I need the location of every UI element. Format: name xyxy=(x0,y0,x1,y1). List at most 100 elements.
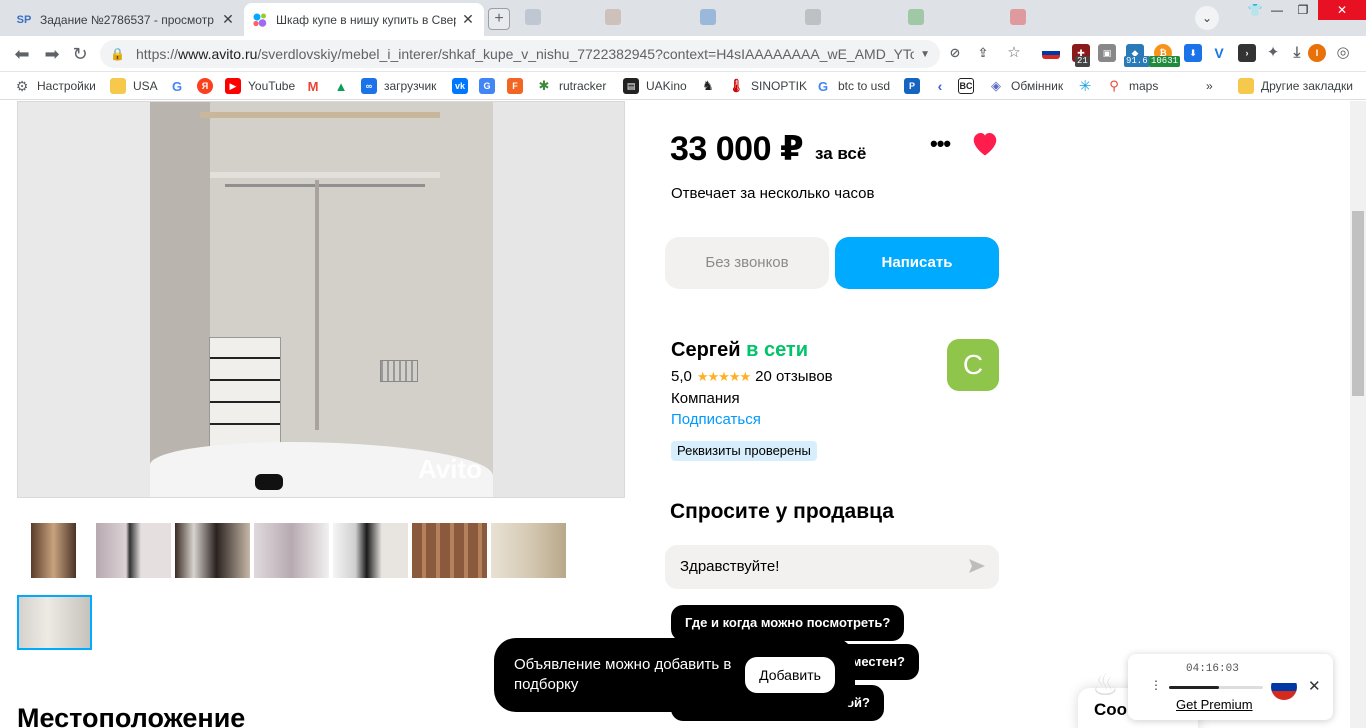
russia-flag-icon[interactable] xyxy=(1042,47,1060,59)
pinned-tab-icon[interactable] xyxy=(908,9,924,25)
pinned-tab-icon[interactable] xyxy=(805,9,821,25)
forward-icon[interactable]: ➡ xyxy=(40,42,64,66)
address-bar[interactable]: 🔒 https://www.avito.ru/sverdlovskiy/mebe… xyxy=(100,40,940,68)
subscribe-link[interactable]: Подписаться xyxy=(671,411,761,428)
bookmark-settings[interactable]: ⚙ Настройки xyxy=(14,77,96,95)
add-to-collection-toast: Объявление можно добавить в подборку Доб… xyxy=(494,638,855,712)
bookmark-youtube[interactable]: ▶ YouTube xyxy=(225,77,295,95)
kebab-menu-icon[interactable]: ⋮ xyxy=(1150,678,1162,692)
bookmark-rutracker[interactable]: ✱ rutracker xyxy=(536,77,607,95)
sp-favicon-icon: SP xyxy=(16,13,32,26)
thumbnail[interactable] xyxy=(254,523,329,578)
seller-rating[interactable]: 5,0 ★★★★★ 20 отзывов xyxy=(671,368,833,385)
google-icon: G xyxy=(817,78,829,94)
send-icon[interactable] xyxy=(968,558,986,579)
bookmark-btc[interactable]: Gbtc to usd xyxy=(815,77,890,95)
thumbnail-selected[interactable] xyxy=(17,595,92,650)
seller-name[interactable]: Сергей в сети xyxy=(671,339,808,362)
thumbnail[interactable] xyxy=(412,523,487,578)
heart-icon[interactable] xyxy=(970,129,1000,162)
price-suffix: за всё xyxy=(815,144,867,163)
youtube-icon: ▶ xyxy=(225,78,241,94)
write-message-button[interactable]: Написать xyxy=(835,237,999,289)
bookmark-yandex[interactable]: Я xyxy=(197,77,213,95)
bookmark-arrow[interactable]: ‹ xyxy=(932,77,948,95)
russia-flag-icon[interactable] xyxy=(1271,674,1297,700)
message-input[interactable]: Здравствуйте! xyxy=(665,545,999,589)
pinned-tab-icon[interactable] xyxy=(1010,9,1026,25)
bookmark-uakino[interactable]: ▤ UAKino xyxy=(623,77,687,95)
reviews-link[interactable]: 20 отзывов xyxy=(755,368,833,385)
new-tab-button[interactable]: + xyxy=(488,8,510,30)
bookmark-other[interactable]: Другие закладки xyxy=(1238,77,1353,95)
url-text: https://www.avito.ru/sverdlovskiy/mebel_… xyxy=(136,46,915,62)
chess-knight-icon: ♞ xyxy=(702,78,714,93)
bookmarks-overflow[interactable]: » xyxy=(1206,77,1213,95)
bookmark-maps[interactable]: ⚲ maps xyxy=(1106,77,1158,95)
bookmark-drive[interactable]: ▲ xyxy=(333,77,349,95)
pinned-tab-icon[interactable] xyxy=(700,9,716,25)
close-icon[interactable]: ✕ xyxy=(1308,677,1321,695)
download-extension-icon[interactable]: ⬇ xyxy=(1184,44,1202,62)
rating-stars-icon: ★★★★★ xyxy=(696,368,751,384)
bookmark-chess[interactable]: ♞ xyxy=(700,77,716,95)
back-icon[interactable]: ⬅ xyxy=(10,42,34,66)
tab-close-icon[interactable]: ✕ xyxy=(460,11,476,28)
yandex-icon: Я xyxy=(197,78,213,94)
share-icon[interactable]: ⇪ xyxy=(974,44,992,62)
no-calls-button[interactable]: Без звонков xyxy=(665,237,829,289)
download-icon[interactable]: ⤓ xyxy=(1288,44,1306,62)
briefcase-extension-icon[interactable]: ▣ xyxy=(1098,44,1116,62)
thumbnail[interactable] xyxy=(31,523,76,578)
seller-avatar[interactable]: С xyxy=(947,339,999,391)
v-extension-icon[interactable]: V xyxy=(1210,44,1228,62)
dropdown-icon[interactable]: ▼ xyxy=(920,49,930,60)
blocked-icon[interactable]: ⊘ xyxy=(946,44,964,62)
more-options-icon[interactable]: ••• xyxy=(930,131,951,157)
star-bookmark-icon[interactable]: ☆ xyxy=(1005,44,1023,62)
thumbnail[interactable] xyxy=(96,523,171,578)
reload-icon[interactable]: ↻ xyxy=(68,42,92,66)
bookmark-sinoptik[interactable]: 🌡 SINOPTIK xyxy=(728,77,807,95)
close-button[interactable]: ✕ xyxy=(1318,0,1366,20)
menu-icon[interactable]: ◎ xyxy=(1334,44,1352,62)
bookmark-usa[interactable]: USA xyxy=(110,77,158,95)
tab-task[interactable]: SP Задание №2786537 - просмотр з ✕ xyxy=(8,3,244,36)
tab-close-icon[interactable]: ✕ xyxy=(220,11,236,28)
tab-strip: SP Задание №2786537 - просмотр з ✕ Шкаф … xyxy=(0,0,1366,36)
bookmark-f[interactable]: F xyxy=(507,77,523,95)
pinned-tab-icon[interactable] xyxy=(525,9,541,25)
bookmark-gmail[interactable]: M xyxy=(305,77,321,95)
bookmark-translate[interactable]: G xyxy=(479,77,495,95)
thumbnail[interactable] xyxy=(333,523,408,578)
thumbnail[interactable] xyxy=(175,523,250,578)
bookmarks-bar: ⚙ Настройки USA G Я ▶ YouTube M ▲ ∞ загрузч… xyxy=(0,72,1366,100)
bookmark-p[interactable]: P xyxy=(904,77,920,95)
main-photo[interactable]: Avito xyxy=(17,101,625,498)
map-pin-icon: ⚲ xyxy=(1109,78,1119,93)
bookmark-bc[interactable]: BC xyxy=(958,77,974,95)
bookmark-google[interactable]: G xyxy=(169,77,185,95)
drive-icon: ▲ xyxy=(334,78,348,94)
scrollbar-thumb[interactable] xyxy=(1352,211,1364,396)
get-premium-link[interactable]: Get Premium xyxy=(1176,697,1253,712)
terminal-extension-icon[interactable]: › xyxy=(1238,44,1256,62)
photo-blur-left xyxy=(18,102,150,497)
quick-question-button[interactable]: Где и когда можно посмотреть? xyxy=(671,605,905,641)
maximize-button[interactable]: ❐ xyxy=(1288,0,1318,20)
toast-text: Объявление можно добавить в подборку xyxy=(514,656,732,693)
profile-avatar[interactable]: I xyxy=(1308,44,1326,62)
bookmark-exchanger[interactable]: ◈ Обмінник xyxy=(988,77,1063,95)
thumbnail[interactable] xyxy=(491,523,566,578)
add-button[interactable]: Добавить xyxy=(745,657,835,693)
bookmark-downloader[interactable]: ∞ загрузчик xyxy=(361,77,436,95)
pinned-tab-icon[interactable] xyxy=(605,9,621,25)
bookmark-kyivstar[interactable]: ✳ xyxy=(1077,77,1093,95)
tab-avito[interactable]: Шкаф купе в нишу купить в Свер ✕ xyxy=(244,3,484,36)
lock-icon: 🔒 xyxy=(110,47,125,61)
puzzle-icon[interactable]: ✦ xyxy=(1264,44,1282,62)
bookmark-vk[interactable]: vk xyxy=(452,77,468,95)
tab-title: Шкаф купе в нишу купить в Свер xyxy=(276,12,456,27)
scrollbar[interactable] xyxy=(1350,101,1366,728)
chevron-down-icon[interactable]: ⌄ xyxy=(1195,6,1219,30)
